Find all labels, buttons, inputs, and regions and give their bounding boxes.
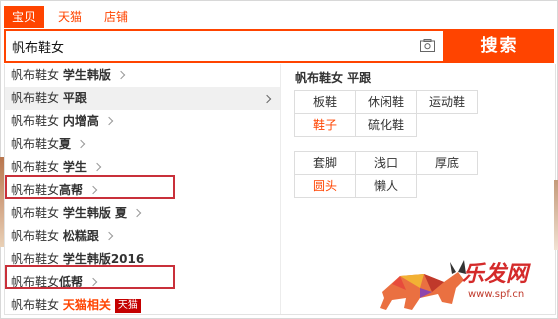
suggestion-prefix: 帆布鞋女: [11, 275, 60, 289]
tab-shop[interactable]: 店铺: [96, 6, 136, 28]
related-tag[interactable]: 套脚: [294, 151, 356, 175]
suggestion-prefix: 帆布鞋女: [11, 252, 63, 266]
chevron-right-icon: [262, 94, 272, 104]
suggestion-keyword: 天猫相关: [62, 298, 111, 312]
suggestion-prefix: 帆布鞋女: [11, 114, 63, 128]
watermark-text: 乐发网: [462, 261, 529, 287]
suggestion-prefix: 帆布鞋女: [11, 68, 63, 82]
related-tags-group-2: 套脚 浅口 厚底圆头 懒人: [294, 151, 478, 198]
related-tag[interactable]: 硫化鞋: [355, 113, 417, 137]
related-tag[interactable]: 运动鞋: [416, 90, 478, 114]
background-strip-right: [554, 180, 558, 250]
suggestion-keyword: 松糕跟: [62, 229, 99, 243]
chevron-right-icon: [76, 139, 86, 149]
suggestion-keyword: 学生韩版2016: [62, 252, 145, 266]
suggestion-keyword: 平跟: [62, 91, 87, 105]
tmall-badge: 天猫: [114, 299, 141, 313]
chevron-right-icon: [116, 70, 126, 80]
panel-divider: [280, 64, 281, 314]
suggestion-list: 帆布鞋女 学生韩版 帆布鞋女 平跟 帆布鞋女 内增高 帆布鞋女夏 帆布鞋女 学生 帆布鞋女…: [5, 64, 280, 317]
suggestion-prefix: 帆布鞋女: [11, 183, 60, 197]
suggestion-keyword: 学生韩版: [62, 68, 111, 82]
suggestion-item[interactable]: 帆布鞋女夏: [5, 133, 280, 156]
suggestion-item[interactable]: 帆布鞋女 天猫相关 天猫: [5, 294, 280, 317]
search-button[interactable]: 搜索: [445, 29, 554, 63]
related-tag[interactable]: 浅口: [355, 151, 417, 175]
suggestion-keyword: 学生韩版 夏: [62, 206, 128, 220]
related-panel-title: 帆布鞋女 平跟: [295, 71, 372, 85]
suggestion-item[interactable]: 帆布鞋女高帮: [5, 179, 280, 202]
suggestion-item[interactable]: 帆布鞋女 学生韩版2016: [5, 248, 280, 271]
search-tabs: 宝贝 天猫 店铺: [4, 6, 142, 30]
chevron-right-icon: [104, 231, 114, 241]
chevron-right-icon: [104, 116, 114, 126]
suggestion-item[interactable]: 帆布鞋女 平跟: [5, 87, 280, 110]
suggestion-item[interactable]: 帆布鞋女 松糕跟: [5, 225, 280, 248]
related-tags-group-1: 板鞋 休闲鞋 运动鞋鞋子 硫化鞋: [294, 90, 478, 137]
related-tag[interactable]: 厚底: [416, 151, 478, 175]
suggestion-keyword: 内增高: [62, 114, 99, 128]
background-strip-left: [0, 157, 4, 247]
chevron-right-icon: [88, 277, 98, 287]
chevron-right-icon: [132, 208, 142, 218]
chevron-right-icon: [88, 185, 98, 195]
suggestion-prefix: 帆布鞋女: [11, 229, 63, 243]
related-tag[interactable]: 休闲鞋: [355, 90, 417, 114]
suggestion-keyword: 低帮: [59, 275, 84, 289]
chevron-right-icon: [92, 162, 102, 172]
suggestion-keyword: 夏: [59, 137, 72, 151]
suggestion-item[interactable]: 帆布鞋女低帮: [5, 271, 280, 294]
suggestion-keyword: 学生: [62, 160, 87, 174]
tab-tmall[interactable]: 天猫: [50, 6, 90, 28]
suggestion-prefix: 帆布鞋女: [11, 137, 60, 151]
suggestion-prefix: 帆布鞋女: [11, 298, 63, 312]
camera-icon[interactable]: [420, 39, 435, 52]
suggestion-item[interactable]: 帆布鞋女 内增高: [5, 110, 280, 133]
suggestion-prefix: 帆布鞋女: [11, 91, 63, 105]
related-tag[interactable]: 懒人: [355, 174, 417, 198]
search-box: [4, 29, 445, 63]
tab-baobei[interactable]: 宝贝: [4, 6, 45, 28]
search-bar: 搜索: [4, 29, 554, 63]
search-input[interactable]: [12, 36, 402, 56]
suggestion-prefix: 帆布鞋女: [11, 206, 63, 220]
related-tag[interactable]: 圆头: [294, 174, 356, 198]
related-tag[interactable]: 板鞋: [294, 90, 356, 114]
suggestion-item[interactable]: 帆布鞋女 学生: [5, 156, 280, 179]
suggestion-item[interactable]: 帆布鞋女 学生韩版 夏: [5, 202, 280, 225]
suggestion-keyword: 高帮: [59, 183, 84, 197]
suggestion-prefix: 帆布鞋女: [11, 160, 63, 174]
related-tag[interactable]: 鞋子: [294, 113, 356, 137]
watermark-url: www.spf.cn: [468, 289, 525, 300]
suggestion-item[interactable]: 帆布鞋女 学生韩版: [5, 64, 280, 87]
